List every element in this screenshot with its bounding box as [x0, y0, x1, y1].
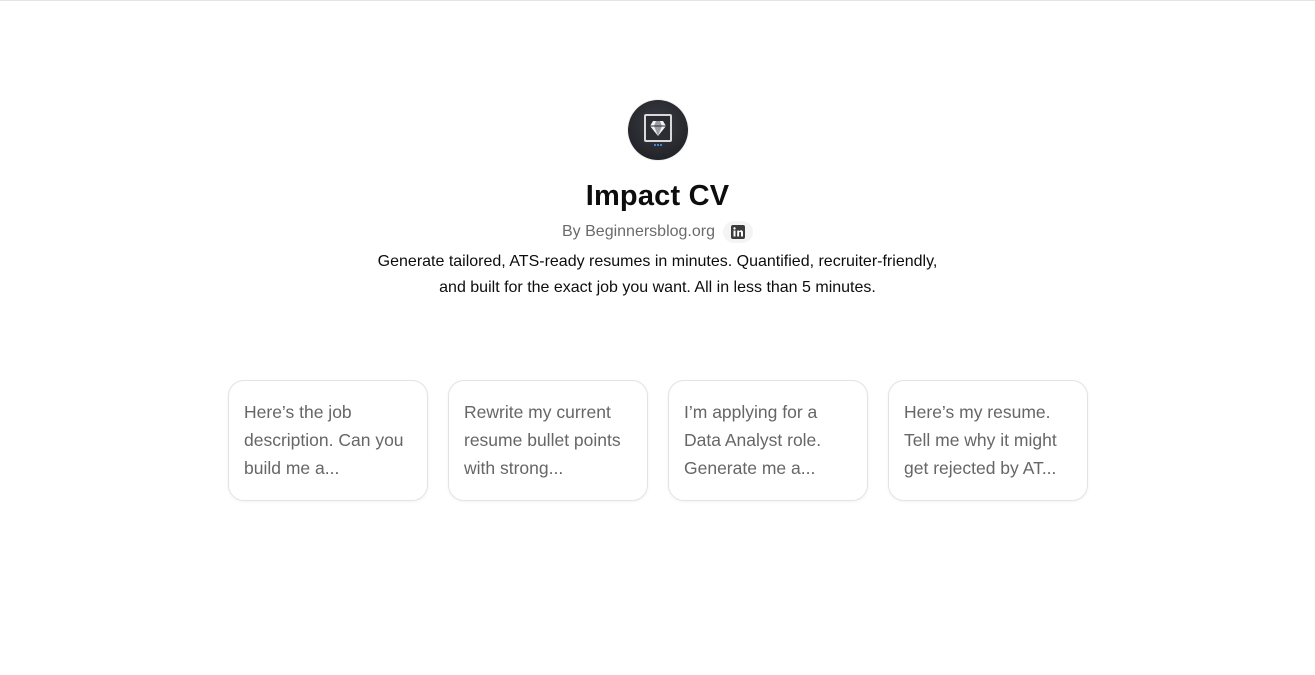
gpt-avatar	[627, 100, 688, 160]
diamond-monitor-icon	[643, 114, 672, 146]
starter-card[interactable]: Here’s my resume. Tell me why it might g…	[888, 380, 1088, 501]
linkedin-icon	[730, 225, 745, 239]
starter-text: Rewrite my current resume bullet points …	[464, 402, 621, 478]
starter-card[interactable]: Rewrite my current resume bullet points …	[448, 380, 648, 501]
author-name: By Beginnersblog.org	[562, 223, 715, 240]
gpt-title: Impact CV	[585, 180, 730, 212]
starter-text: Here’s my resume. Tell me why it might g…	[904, 402, 1057, 478]
starter-card[interactable]: I’m applying for a Data Analyst role. Ge…	[668, 380, 868, 501]
gpt-header: Impact CV By Beginnersblog.org Generate …	[0, 100, 1315, 301]
gpt-description: Generate tailored, ATS-ready resumes in …	[377, 253, 938, 296]
top-divider	[0, 0, 1315, 1]
conversation-starters: Here’s the job description. Can you buil…	[228, 380, 1088, 501]
author-byline: By Beginnersblog.org	[562, 220, 753, 244]
starter-text: I’m applying for a Data Analyst role. Ge…	[684, 402, 822, 478]
starter-text: Here’s the job description. Can you buil…	[244, 402, 404, 478]
linkedin-button[interactable]	[722, 221, 753, 243]
starter-card[interactable]: Here’s the job description. Can you buil…	[228, 380, 428, 501]
